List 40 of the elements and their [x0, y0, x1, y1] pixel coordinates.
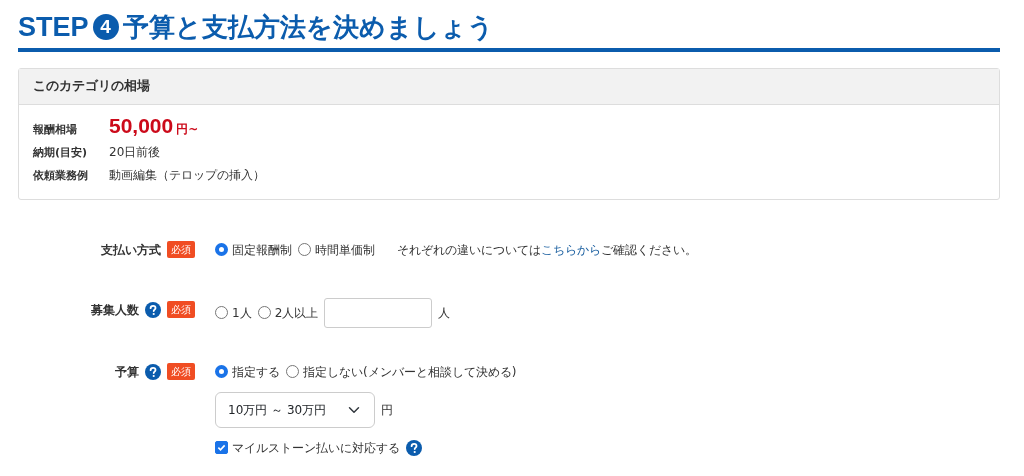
info-label: 依頼業務例: [33, 167, 89, 184]
radio-button[interactable]: [215, 306, 228, 320]
field-label: 募集人数: [91, 301, 139, 319]
info-value: 20日前後: [109, 143, 161, 161]
help-icon[interactable]: [145, 363, 161, 380]
unit-label: 円: [381, 401, 393, 419]
info-value: 動画編集（テロップの挿入）: [109, 166, 265, 184]
input-field[interactable]: [324, 297, 433, 328]
radio-button[interactable]: [257, 306, 271, 320]
step-number: 4: [92, 14, 119, 40]
radio-label: 指定する: [232, 363, 280, 381]
checkbox-label: マイルストーン払いに対応する: [232, 439, 400, 457]
price-unit: 円~: [176, 120, 199, 138]
unit-label: 人: [438, 304, 451, 322]
help-icon[interactable]: [406, 439, 422, 456]
info-label: 報酬相場: [33, 121, 78, 138]
link[interactable]: こちらから: [541, 242, 601, 257]
radio-label: 指定しない(メンバーと相談して決める): [303, 363, 517, 381]
step-label: STEP: [18, 11, 89, 44]
page-title: 予算と支払方法を決めましょう: [122, 11, 494, 44]
help-icon[interactable]: [145, 301, 161, 318]
required-badge: 必須: [167, 301, 195, 319]
budget-select[interactable]: 10万円 ～ 30万円: [215, 391, 375, 428]
checkbox[interactable]: [215, 441, 228, 455]
radio-button[interactable]: [286, 365, 299, 379]
price-value: 50,000: [109, 114, 174, 137]
required-badge: 必須: [167, 241, 195, 259]
radio-label: 1人: [232, 304, 252, 322]
radio-label: 2人以上: [274, 304, 319, 322]
note-text: それぞれの違いについてはこちらから ご確認ください。: [397, 241, 697, 259]
radio-button[interactable]: [215, 365, 228, 379]
card-header: このカテゴリの相場: [19, 69, 999, 105]
required-badge: 必須: [167, 363, 195, 381]
radio-button[interactable]: [215, 243, 228, 257]
field-label: 予算: [115, 363, 139, 381]
radio-button[interactable]: [298, 243, 311, 257]
info-label: 納期(目安): [33, 144, 89, 161]
radio-label: 固定報酬制: [232, 241, 292, 259]
radio-label: 時間単価制: [315, 241, 375, 259]
field-label: 支払い方式: [101, 241, 161, 259]
